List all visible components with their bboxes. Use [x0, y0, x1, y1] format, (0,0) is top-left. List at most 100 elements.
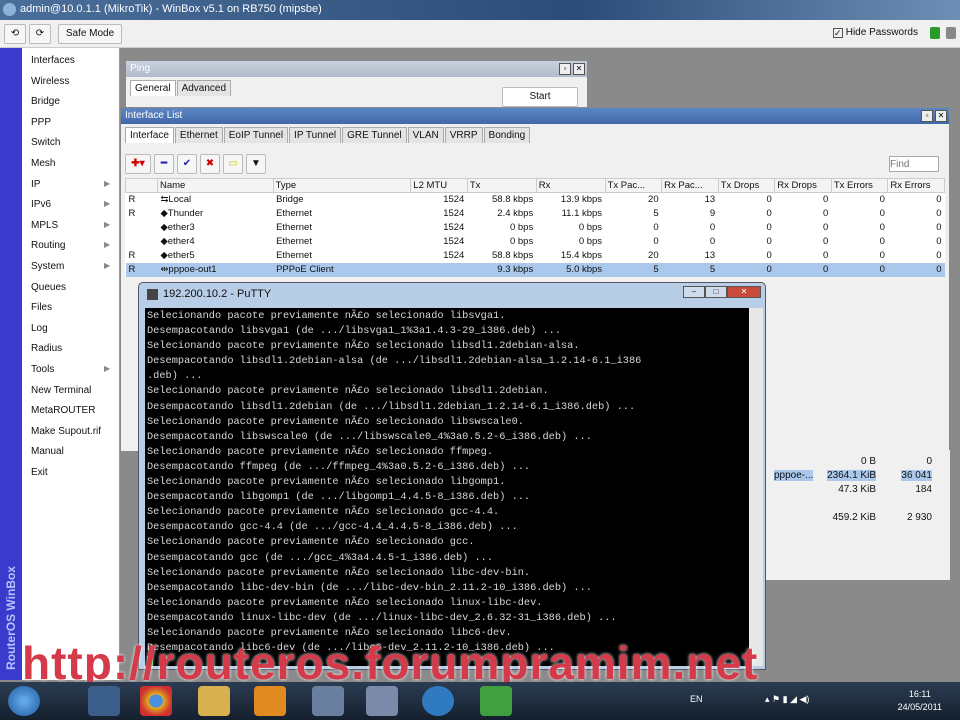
table-cell: R [128, 208, 136, 219]
column-header[interactable]: Rx Errors [887, 178, 945, 193]
sidebar-item-new-terminal[interactable]: New Terminal [31, 385, 91, 396]
sidebar-item-switch[interactable]: Switch [31, 137, 60, 148]
column-header[interactable]: Tx Drops [717, 178, 776, 193]
start-button[interactable]: Start [502, 87, 578, 107]
sidebar-item-log[interactable]: Log [31, 323, 48, 334]
table-row[interactable]: ◆ether3 Ethernet 1524 0 bps 0 bps 0 0 0 0 0 0 [126, 221, 945, 235]
column-header[interactable]: L2 MTU [410, 178, 468, 193]
table-row[interactable]: R ◆ether5 Ethernet 1524 58.8 kbps 15.4 kbps 20… [126, 249, 945, 263]
ie-icon[interactable] [88, 686, 120, 716]
sidebar-item-files[interactable]: Files [31, 302, 52, 313]
table-cell: 9.3 kbps [467, 262, 537, 277]
undo-button[interactable]: ⟲ [4, 24, 26, 44]
tab-advanced[interactable]: Advanced [176, 80, 232, 96]
tab-general[interactable]: General [130, 80, 176, 96]
sidebar-item-radius[interactable]: Radius [31, 343, 62, 354]
close-button[interactable]: ✕ [935, 110, 947, 122]
hide-passwords-checkbox[interactable]: ✓ Hide Passwords [832, 27, 918, 38]
putty-taskbar-icon[interactable] [480, 686, 512, 716]
sidebar-item-queues[interactable]: Queues [31, 282, 66, 293]
minimize-button[interactable]: – [683, 286, 705, 298]
close-button[interactable]: ✕ [727, 286, 761, 298]
find-input[interactable] [889, 156, 939, 172]
maximize-button[interactable]: □ [705, 286, 727, 298]
start-button[interactable] [8, 686, 40, 716]
sidebar-item-ppp[interactable]: PPP [31, 117, 51, 128]
close-button[interactable]: ✕ [573, 63, 585, 75]
restore-button[interactable]: ▫ [921, 110, 933, 122]
sidebar-item-ip[interactable]: IP [31, 179, 40, 190]
tray-icons[interactable]: ▴ ⚑ ▮ ◢ ◀) [765, 694, 809, 705]
chevron-right-icon: ▶ [104, 178, 111, 188]
column-header[interactable]: Type [272, 178, 412, 193]
chrome-icon[interactable] [140, 686, 172, 716]
sidebar-item-tools[interactable]: Tools [31, 364, 54, 375]
column-header[interactable]: Name [156, 178, 274, 193]
column-header[interactable]: Tx [466, 178, 537, 193]
redo-button[interactable]: ⟳ [29, 24, 51, 44]
table-cell: 0 [823, 236, 829, 247]
winbox-icon [3, 3, 16, 16]
tab-vlan[interactable]: VLAN [407, 127, 444, 143]
clock[interactable]: 16:11 24/05/2011 [898, 688, 942, 714]
table-row[interactable]: R ⇹pppoe-out1 PPPoE Client 9.3 kbps 5.0 kbps… [125, 262, 945, 277]
sidebar-item-ipv6[interactable]: IPv6 [31, 199, 51, 210]
sidebar-item-mesh[interactable]: Mesh [31, 158, 55, 169]
sidebar-item-routing[interactable]: Routing [31, 240, 65, 251]
restore-button[interactable]: ▫ [559, 63, 571, 75]
sidebar-item-system[interactable]: System [31, 261, 64, 272]
table-row[interactable]: R ⇆Local Bridge 1524 58.8 kbps 13.9 kbps 20 13 0… [126, 193, 945, 207]
tab-ip-tunnel[interactable]: IP Tunnel [289, 127, 342, 143]
sidebar-item-make-supout-rif[interactable]: Make Supout.rif [31, 426, 101, 437]
terminal-output[interactable]: Selecionando pacote previamente nÃ£o sel… [145, 308, 749, 666]
column-header[interactable]: Rx Pac... [661, 178, 719, 193]
table-cell: 0 [936, 194, 942, 206]
table-cell: Ethernet [276, 222, 312, 233]
sidebar-item-wireless[interactable]: Wireless [31, 76, 69, 87]
table-cell: 5.0 kbps [536, 262, 606, 277]
tab-eoip-tunnel[interactable]: EoIP Tunnel [223, 127, 289, 143]
network-icon[interactable] [312, 686, 344, 716]
terminal-line: Selecionando pacote previamente nÃ£o sel… [147, 340, 580, 353]
table-cell: PPPoE Client [273, 262, 411, 277]
winbox-taskbar-icon[interactable] [366, 686, 398, 716]
table-row[interactable]: ◆ether4 Ethernet 1524 0 bps 0 bps 0 0 0 0 0 0 [126, 235, 945, 249]
table-cell: Ethernet [276, 236, 312, 247]
brand-strip: RouterOS WinBox [0, 48, 22, 680]
language-indicator[interactable]: EN [690, 694, 703, 704]
putty-icon [147, 289, 158, 300]
safe-mode-button[interactable]: Safe Mode [58, 24, 122, 44]
terminal-line: Selecionando pacote previamente nÃ£o sel… [147, 445, 494, 458]
explorer-icon[interactable] [198, 686, 230, 716]
stats-cell: 184 [915, 484, 932, 495]
column-header[interactable]: Rx [535, 178, 606, 193]
media-player-icon[interactable] [254, 686, 286, 716]
sidebar-item-mpls[interactable]: MPLS [31, 220, 58, 231]
table-cell: 1524 [443, 250, 465, 261]
disable-button[interactable]: ✖ [200, 154, 220, 174]
app-icon[interactable] [422, 686, 454, 716]
tab-bonding[interactable]: Bonding [483, 127, 531, 143]
column-header[interactable] [125, 178, 158, 193]
tab-gre-tunnel[interactable]: GRE Tunnel [342, 127, 407, 143]
chevron-right-icon: ▶ [104, 364, 111, 373]
remove-button[interactable]: ━ [154, 154, 174, 174]
filter-button[interactable]: ▼ [246, 154, 266, 174]
tab-interface[interactable]: Interface [125, 127, 174, 143]
terminal-scrollbar[interactable] [749, 308, 763, 666]
sidebar-item-exit[interactable]: Exit [31, 467, 48, 478]
comment-button[interactable]: ▭ [223, 154, 243, 174]
sidebar-item-manual[interactable]: Manual [31, 446, 64, 457]
table-cell: 0 [709, 222, 716, 233]
sidebar-item-interfaces[interactable]: Interfaces [31, 55, 75, 66]
column-header[interactable]: Rx Drops [774, 178, 832, 193]
table-row[interactable]: R ◆Thunder Ethernet 1524 2.4 kbps 11.1 kbps 5 9… [126, 207, 945, 221]
column-header[interactable]: Tx Errors [830, 178, 889, 193]
add-button[interactable]: ✚▾ [125, 154, 151, 174]
column-header[interactable]: Tx Pac... [604, 178, 663, 193]
enable-button[interactable]: ✔ [177, 154, 197, 174]
sidebar-item-bridge[interactable]: Bridge [31, 96, 60, 107]
sidebar-item-metarouter[interactable]: MetaROUTER [31, 405, 95, 416]
tab-ethernet[interactable]: Ethernet [174, 127, 223, 143]
tab-vrrp[interactable]: VRRP [444, 127, 483, 143]
